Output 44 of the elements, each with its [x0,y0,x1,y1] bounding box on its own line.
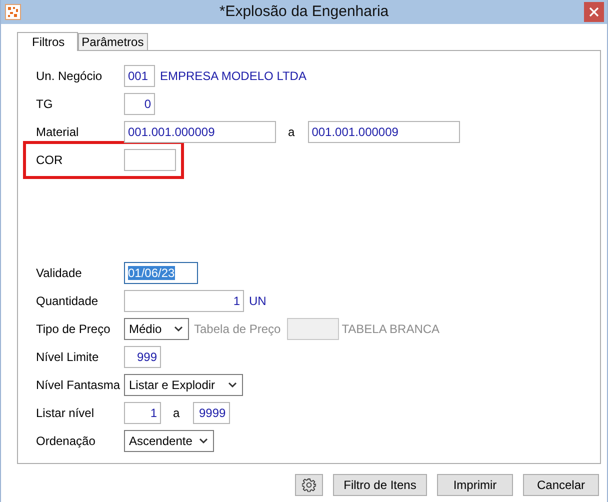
action-button[interactable]: Cancelar [523,474,599,496]
action-button[interactable]: Imprimir [437,474,513,496]
range-separator: a [173,406,180,420]
input-field[interactable]: 001.001.000009 [124,121,276,143]
chevron-icon [228,382,237,388]
settings-icon [302,478,316,492]
field-label: Validade [36,266,83,280]
value-text: UN [249,294,266,308]
close-icon [589,7,599,17]
value-text: Tabela de Preço [194,322,281,336]
tab[interactable]: Filtros [17,32,78,51]
dropdown[interactable]: Listar e Explodir [124,374,243,396]
range-separator: a [288,125,295,139]
input-field[interactable] [124,149,176,171]
field-label: Listar nível [36,406,96,420]
field-label: COR [36,153,64,167]
dropdown[interactable]: Médio [124,318,189,340]
chevron-icon [199,438,208,444]
input-field[interactable]: 999 [124,346,161,368]
field-label: Tipo de Preço [36,322,112,336]
value-text: TABELA BRANCA [342,322,440,336]
field-label: Quantidade [36,294,100,308]
input-field[interactable]: 01/06/23 [124,262,198,284]
chevron-icon [174,326,183,332]
field-label: Nível Fantasma [36,378,122,392]
window-title: *Explosão da Engenharia [219,3,389,20]
input-field[interactable]: 1 [124,290,244,312]
field-label: TG [36,97,54,111]
field-label: Nível Limite [36,350,100,364]
input-field[interactable]: 1 [124,402,161,424]
dropdown[interactable]: Ascendente [124,430,214,452]
action-button[interactable]: Filtro de Itens [333,474,427,496]
input-field[interactable]: 0 [124,93,155,115]
value-text: EMPRESA MODELO LTDA [160,69,306,83]
settings-button[interactable] [295,474,323,496]
input-field[interactable]: 9999 [192,402,230,424]
close-button[interactable] [584,2,604,22]
tab[interactable]: Parâmetros [78,33,148,50]
field-label: Un. Negócio [36,69,104,83]
input-field[interactable]: 001.001.000009 [308,121,460,143]
app-icon [5,4,21,20]
field-label: Material [36,125,80,139]
field-label: Ordenação [36,434,96,448]
input-field[interactable]: 001 [124,65,155,87]
